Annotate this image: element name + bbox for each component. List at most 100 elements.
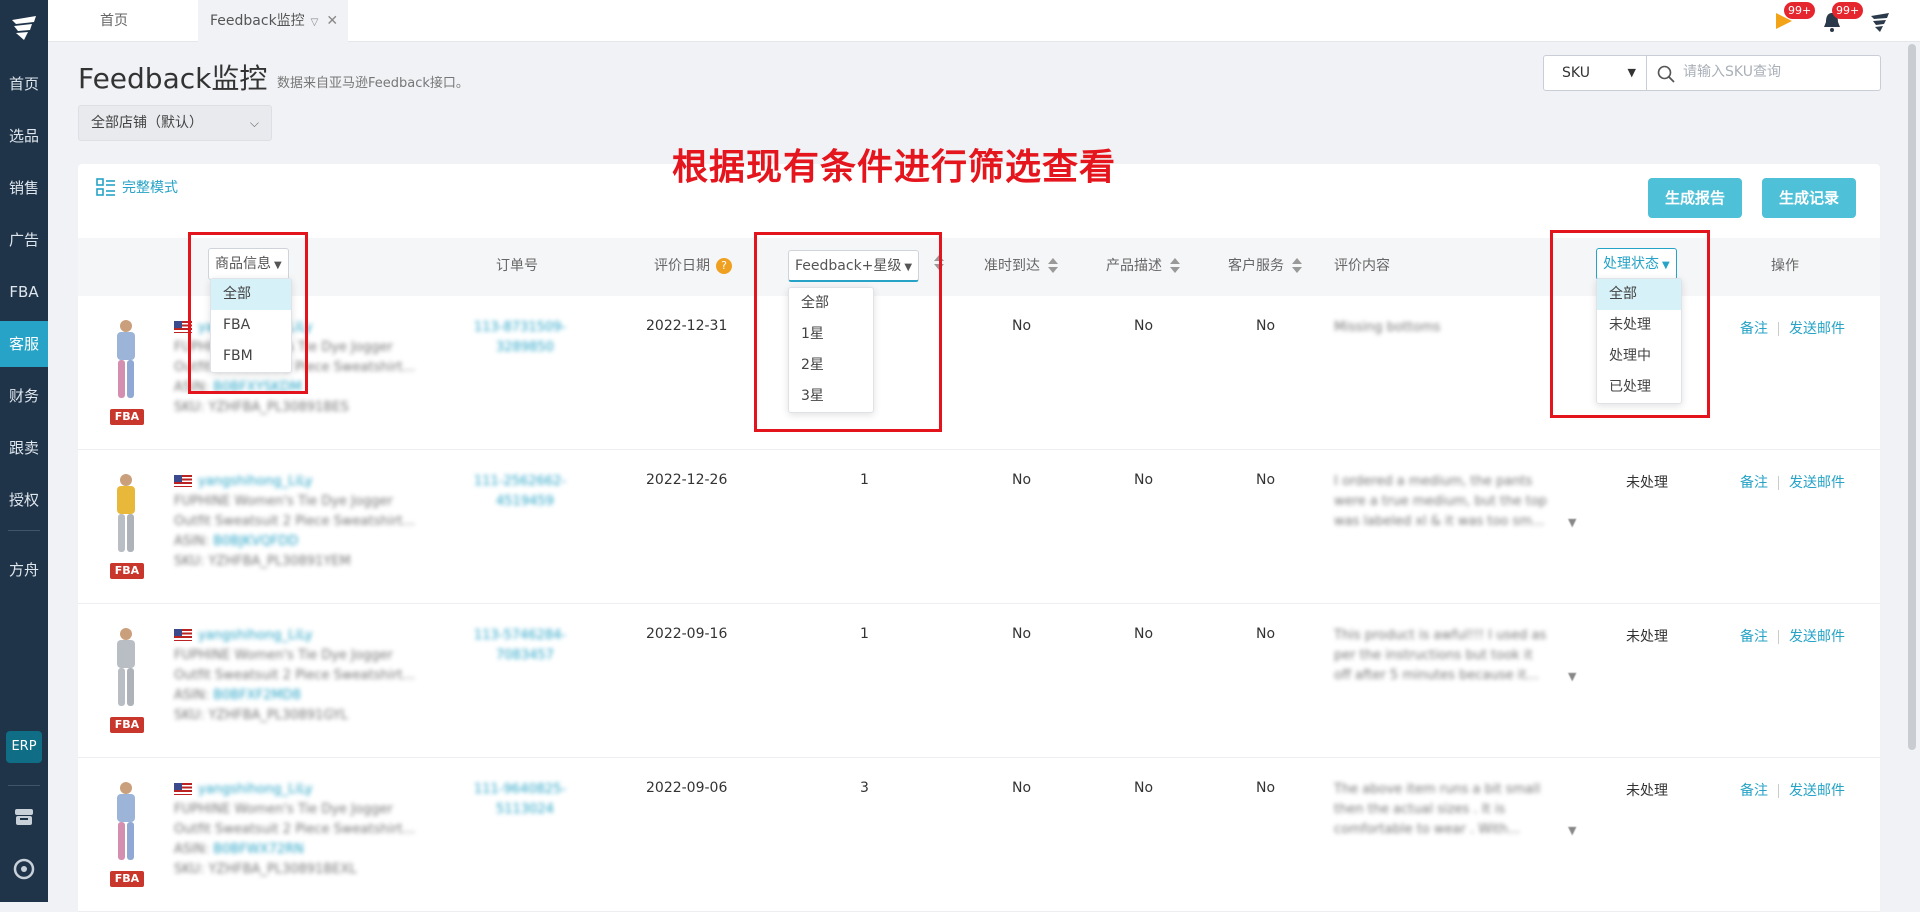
sku-line: SKU: YZHFBA_PL30891BES xyxy=(174,400,349,415)
product-title: Outfit Sweatsuit 2 Piece Sweatshirt... xyxy=(174,822,416,837)
order-link[interactable]: 5113024 xyxy=(496,800,554,820)
full-mode-toggle[interactable]: 完整模式 xyxy=(122,177,178,197)
help-icon[interactable]: ? xyxy=(716,258,732,274)
sidebar-item-ads[interactable]: 广告 xyxy=(0,217,48,263)
note-link[interactable]: 备注 xyxy=(1740,321,1768,337)
seller-name[interactable]: yangshihong_LiLy xyxy=(198,782,313,797)
support-icon[interactable] xyxy=(12,857,36,881)
sidebar-item-finance[interactable]: 财务 xyxy=(0,373,48,419)
sidebar-item-selection[interactable]: 选品 xyxy=(0,113,48,159)
sidebar-item-auth[interactable]: 授权 xyxy=(0,477,48,523)
store-icon[interactable] xyxy=(12,805,36,829)
annotation-text: 根据现有条件进行筛选查看 xyxy=(672,147,1117,188)
on-time-value: No xyxy=(1012,780,1032,796)
sort-icon[interactable] xyxy=(1292,258,1302,274)
rating-value: 1 xyxy=(860,472,869,488)
note-link[interactable]: 备注 xyxy=(1740,475,1768,491)
product-thumbnail[interactable] xyxy=(108,472,144,556)
col-review-date[interactable]: 评价日期? xyxy=(654,255,732,275)
generate-records-button[interactable]: 生成记录 xyxy=(1762,178,1856,218)
product-thumbnail[interactable] xyxy=(108,318,144,402)
sku-search-input[interactable] xyxy=(1683,64,1873,80)
tab-home-label: 首页 xyxy=(100,13,128,29)
col-review-date-label: 评价日期 xyxy=(654,258,710,274)
sidebar-item-service[interactable]: 客服 xyxy=(0,321,48,367)
order-link[interactable]: 111-2562662- xyxy=(474,472,566,492)
asin-link[interactable]: B0BFWX72RN xyxy=(213,842,304,857)
search-type-select[interactable]: SKU ▼ xyxy=(1543,55,1647,91)
seller-name[interactable]: yangshihong_LiLy xyxy=(198,628,313,643)
sort-icon[interactable] xyxy=(1170,258,1180,274)
asin-link[interactable]: B0BFXF2MD8 xyxy=(213,688,301,703)
col-description[interactable]: 产品描述 xyxy=(1106,255,1180,275)
order-link[interactable]: 113-8731509- xyxy=(474,318,566,338)
user-logo-icon[interactable] xyxy=(1868,10,1892,34)
highlight-box xyxy=(1550,230,1710,418)
sidebar-item-fba[interactable]: FBA xyxy=(0,269,48,315)
product-title: Outfit Sweatsuit 2 Piece Sweatshirt... xyxy=(174,668,416,683)
col-service[interactable]: 客户服务 xyxy=(1228,255,1302,275)
page-subtitle: 数据来自亚马逊Feedback接口。 xyxy=(277,76,469,91)
order-link[interactable]: 3289850 xyxy=(496,338,554,358)
order-link[interactable]: 111-9640825- xyxy=(474,780,566,800)
highlight-box xyxy=(754,232,942,432)
tab-home[interactable]: 首页 xyxy=(100,0,128,42)
bell-badge: 99+ xyxy=(1832,2,1864,19)
review-content: The above item runs a bit small xyxy=(1334,782,1541,797)
col-on-time[interactable]: 准时到达 xyxy=(984,255,1058,275)
product-thumbnail[interactable] xyxy=(108,780,144,864)
seller-line: yangshihong_LiLy xyxy=(174,472,313,492)
generate-report-button[interactable]: 生成报告 xyxy=(1648,178,1742,218)
sort-icon[interactable] xyxy=(1048,258,1058,274)
close-icon[interactable]: ✕ xyxy=(326,0,338,42)
sku-value: YZHFBA_PL30891YEM xyxy=(208,554,351,569)
send-email-link[interactable]: 发送邮件 xyxy=(1789,629,1845,645)
expand-icon[interactable]: ▼ xyxy=(1568,516,1576,529)
expand-icon[interactable]: ▼ xyxy=(1568,824,1576,837)
order-link[interactable]: 7083457 xyxy=(496,646,554,666)
sidebar-item-sales[interactable]: 销售 xyxy=(0,165,48,211)
col-service-label: 客户服务 xyxy=(1228,258,1284,274)
note-link[interactable]: 备注 xyxy=(1740,783,1768,799)
product-thumbnail[interactable] xyxy=(108,626,144,710)
sidebar-item-follow[interactable]: 跟卖 xyxy=(0,425,48,471)
note-link[interactable]: 备注 xyxy=(1740,629,1768,645)
send-email-link[interactable]: 发送邮件 xyxy=(1789,783,1845,799)
page-title: Feedback监控 xyxy=(78,62,268,95)
review-content: I ordered a medium, the pants xyxy=(1334,474,1533,489)
description-value: No xyxy=(1134,472,1154,488)
status-value: 未处理 xyxy=(1626,629,1668,645)
description-value: No xyxy=(1134,318,1154,334)
store-select[interactable]: 全部店铺（默认） ⌵ xyxy=(78,105,272,141)
sku-line: SKU: YZHFBA_PL30891BEXL xyxy=(174,862,357,877)
top-icons: 99+ 99+ xyxy=(1768,2,1898,36)
sidebar-item-home[interactable]: 首页 xyxy=(0,61,48,107)
order-link[interactable]: 113-5746284- xyxy=(474,626,566,646)
status-value: 未处理 xyxy=(1626,783,1668,799)
send-email-link[interactable]: 发送邮件 xyxy=(1789,321,1845,337)
grid-mode-icon[interactable] xyxy=(96,178,116,198)
asin-line: ASIN: B0BFWX72RN xyxy=(174,842,304,857)
fba-badge: FBA xyxy=(110,409,144,425)
sidebar-divider xyxy=(8,530,40,531)
logo-icon[interactable] xyxy=(8,12,40,44)
sidebar-divider xyxy=(8,785,40,786)
row-actions: 备注 发送邮件 xyxy=(1740,626,1845,646)
tab-feedback-monitor[interactable]: Feedback监控 ▽ ✕ xyxy=(198,0,348,42)
sidebar-item-ark[interactable]: 方舟 xyxy=(0,547,48,593)
product-title: FUPHINE Women's Tie Dye Jogger xyxy=(174,802,393,817)
seller-line: yangshihong_LiLy xyxy=(174,780,313,800)
send-email-link[interactable]: 发送邮件 xyxy=(1789,475,1845,491)
scrollbar[interactable] xyxy=(1908,44,1916,750)
chevron-down-icon[interactable]: ▽ xyxy=(311,2,319,44)
sku-line: SKU: YZHFBA_PL30891YEM xyxy=(174,554,351,569)
order-link[interactable]: 4519459 xyxy=(496,492,554,512)
expand-icon[interactable]: ▼ xyxy=(1568,670,1576,683)
erp-button[interactable]: ERP xyxy=(6,731,42,763)
row-actions: 备注 发送邮件 xyxy=(1740,472,1845,492)
seller-name[interactable]: yangshihong_LiLy xyxy=(198,474,313,489)
service-value: No xyxy=(1256,318,1276,334)
col-actions: 操作 xyxy=(1771,258,1799,274)
search-icon[interactable] xyxy=(1657,65,1675,83)
asin-link[interactable]: B0BJKVQFDD xyxy=(213,534,298,549)
